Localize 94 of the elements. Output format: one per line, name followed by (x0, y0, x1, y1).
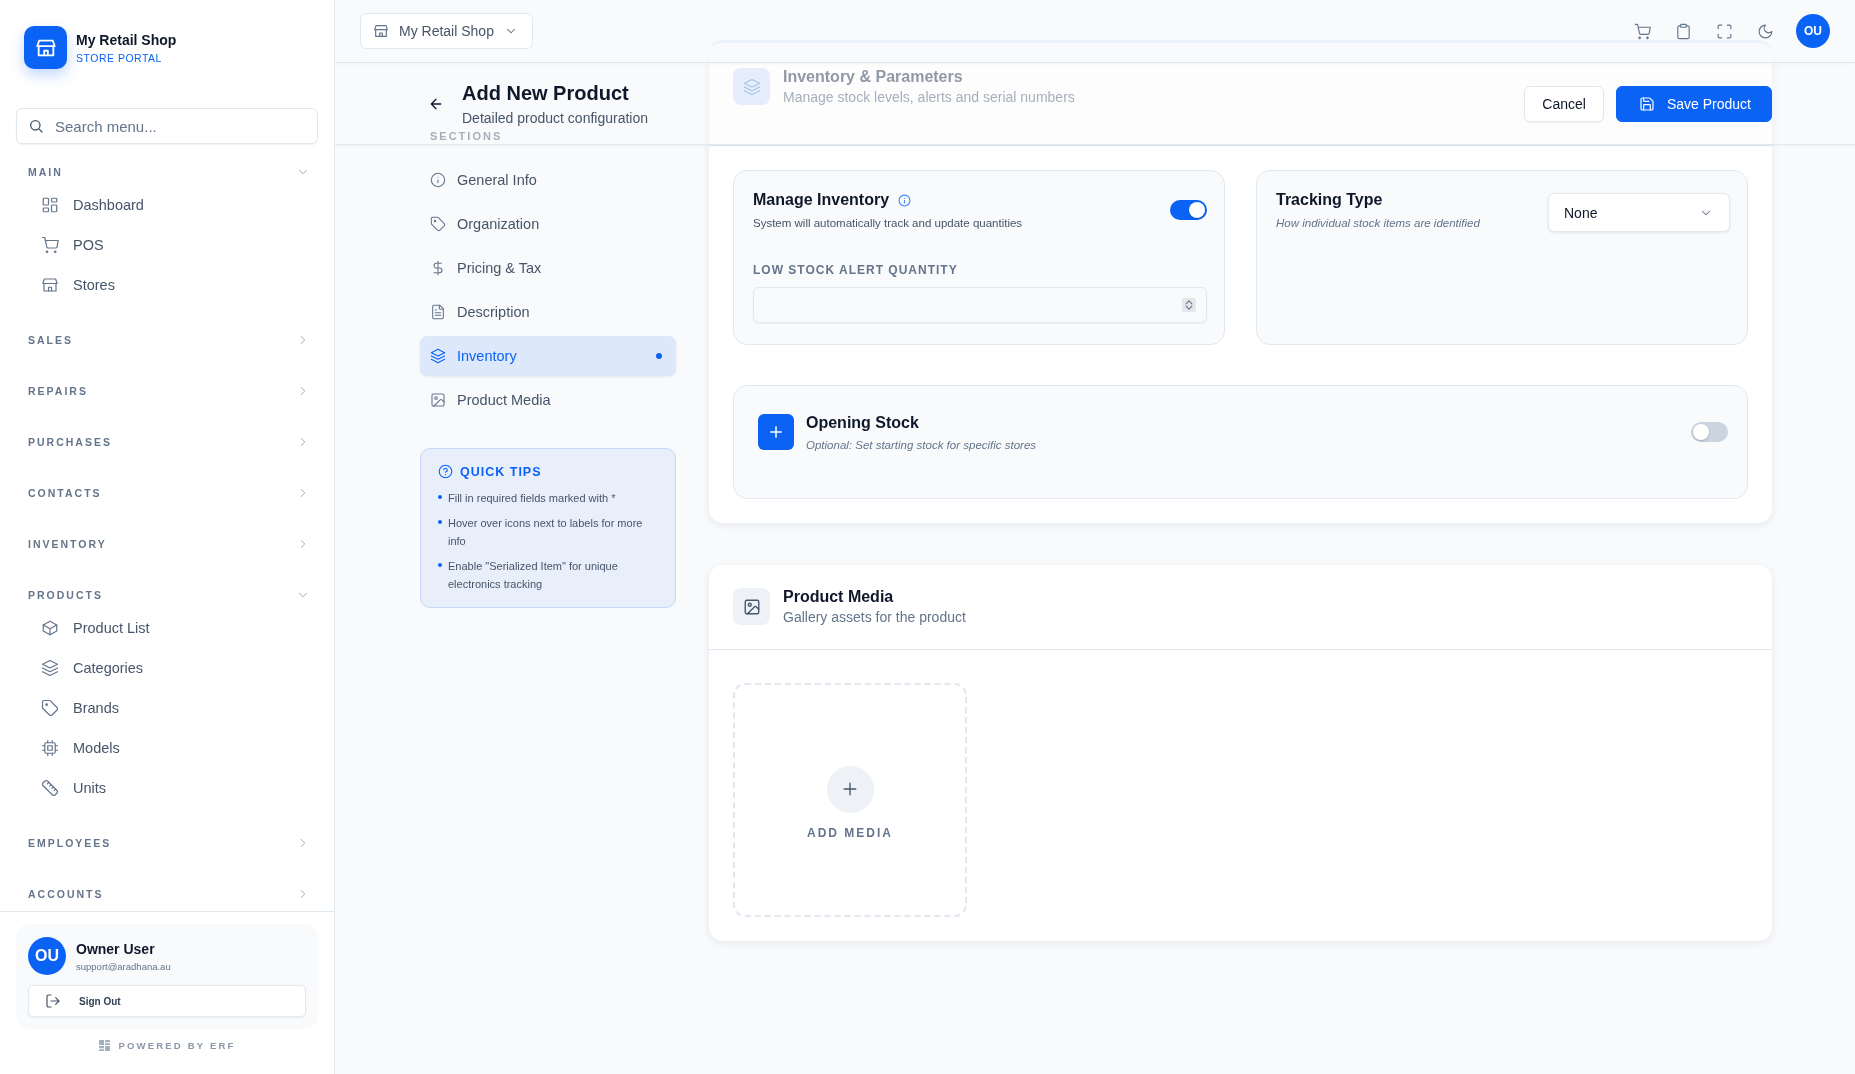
tip-text: Enable "Serialized Item" for unique electronics tracking (448, 559, 619, 592)
menu-group-header[interactable]: MAIN (28, 156, 310, 188)
cart-button[interactable] (1634, 22, 1651, 40)
layers-icon (41, 659, 59, 677)
sidebar-item[interactable]: Brands (28, 688, 310, 728)
sections-label: SECTIONS (430, 129, 504, 143)
setting-description: System will automatically track and update quantities (753, 217, 1023, 229)
menu-group-header[interactable]: CONTACTS (28, 477, 310, 509)
sidebar-item[interactable]: Models (28, 728, 310, 768)
grid-icon (41, 196, 59, 214)
grid-logo-icon (98, 1039, 112, 1052)
tips-title: QUICK TIPS (460, 464, 542, 479)
toggle-switch[interactable] (1170, 200, 1207, 220)
card-title: Product Media (783, 588, 895, 606)
section-tab[interactable]: Product Media (420, 380, 676, 420)
document-icon (430, 304, 446, 320)
menu-group-header[interactable]: ACCOUNTS (28, 878, 310, 910)
user-avatar: OU (28, 937, 66, 975)
section-tab[interactable]: General Info (420, 160, 676, 200)
quantity-input[interactable] (753, 287, 1207, 323)
powered-by-text: POWERED BY ERF (118, 1040, 236, 1051)
user-email: support@aradhana.au (76, 960, 171, 972)
menu-group-header[interactable]: SALES (28, 324, 310, 356)
setting-description: How individual stock items are identified (1276, 217, 1480, 229)
menu-group-header[interactable]: INVENTORY (28, 528, 310, 560)
logout-icon (45, 993, 61, 1009)
user-name: Owner User (76, 940, 156, 957)
cancel-button[interactable]: Cancel (1524, 85, 1604, 122)
setting-title: Opening Stock (806, 414, 920, 432)
image-icon (430, 392, 446, 408)
setting-title: Tracking Type (1276, 191, 1383, 209)
fullscreen-icon (1716, 22, 1733, 40)
moon-icon (1757, 22, 1774, 40)
store-icon (41, 276, 59, 294)
sidebar-item[interactable]: Categories (28, 648, 310, 688)
section-tab[interactable]: Inventory (420, 336, 676, 376)
card-subtitle: Manage stock levels, alerts and serial numbers (783, 89, 1075, 105)
search-icon (28, 118, 44, 134)
cart-icon (41, 236, 59, 254)
info-icon (898, 193, 912, 207)
save-icon (1638, 95, 1655, 112)
menu-group-header[interactable]: EMPLOYEES (28, 827, 310, 859)
setting-description: Optional: Set starting stock for specific stores (806, 439, 1037, 451)
sidebar-item[interactable]: POS (28, 225, 310, 265)
layers-icon (742, 77, 761, 96)
tag-icon (430, 216, 446, 232)
clipboard-icon (1675, 22, 1692, 40)
setting-title: Manage Inventory (753, 191, 890, 209)
info-icon (430, 172, 446, 188)
tag-icon (41, 699, 59, 717)
cart-icon (1634, 22, 1651, 40)
image-icon (742, 597, 761, 616)
brand-name: My Retail Shop (76, 31, 177, 48)
section-tab[interactable]: Description (420, 292, 676, 332)
box-icon (41, 619, 59, 637)
page-subtitle: Detailed product configuration (462, 109, 648, 126)
search-field[interactable]: Search menu... (16, 108, 318, 144)
user-avatar[interactable]: OU (1796, 14, 1830, 48)
store-icon (373, 23, 389, 39)
sidebar-item[interactable]: Product List (28, 608, 310, 648)
tracking-type-select[interactable]: None (1548, 193, 1730, 232)
field-label: LOW STOCK ALERT QUANTITY (753, 263, 959, 277)
bullet-icon (438, 520, 442, 524)
help-icon (438, 464, 453, 479)
theme-button[interactable] (1757, 22, 1774, 40)
active-dot (656, 353, 662, 359)
card-subtitle: Gallery assets for the product (783, 609, 966, 625)
ruler-icon (41, 779, 59, 797)
save-button[interactable]: Save Product (1615, 85, 1772, 122)
clipboard-button[interactable] (1675, 22, 1692, 40)
menu-group-header[interactable]: PURCHASES (28, 426, 310, 458)
tip-text: Hover over icons next to labels for more info (448, 516, 644, 549)
sidebar-item[interactable]: Units (28, 768, 310, 808)
tip-text: Fill in required fields marked with * (448, 491, 616, 506)
menu-group-header[interactable]: REPAIRS (28, 375, 310, 407)
plus-icon (767, 423, 785, 441)
section-tab[interactable]: Pricing & Tax (420, 248, 676, 288)
sidebar-item[interactable]: Dashboard (28, 185, 310, 225)
page-title: Add New Product (462, 81, 630, 105)
bullet-icon (438, 495, 442, 499)
fullscreen-button[interactable] (1716, 22, 1733, 40)
sidebar-item[interactable]: Stores (28, 265, 310, 305)
layers-icon (430, 348, 446, 364)
sign-out-button[interactable]: Sign Out (28, 985, 306, 1017)
menu-group-header[interactable]: PRODUCTS (28, 579, 310, 611)
store-selector[interactable]: My Retail Shop (360, 13, 533, 49)
bullet-icon (438, 563, 442, 567)
toggle-switch[interactable] (1691, 422, 1728, 442)
dollar-icon (430, 260, 446, 276)
section-tab[interactable]: Organization (420, 204, 676, 244)
add-media-button[interactable]: ADD MEDIA (733, 683, 967, 917)
card-title: Inventory & Parameters (783, 68, 964, 86)
chip-icon (41, 739, 59, 757)
brand-subtitle: STORE PORTAL (76, 51, 163, 64)
